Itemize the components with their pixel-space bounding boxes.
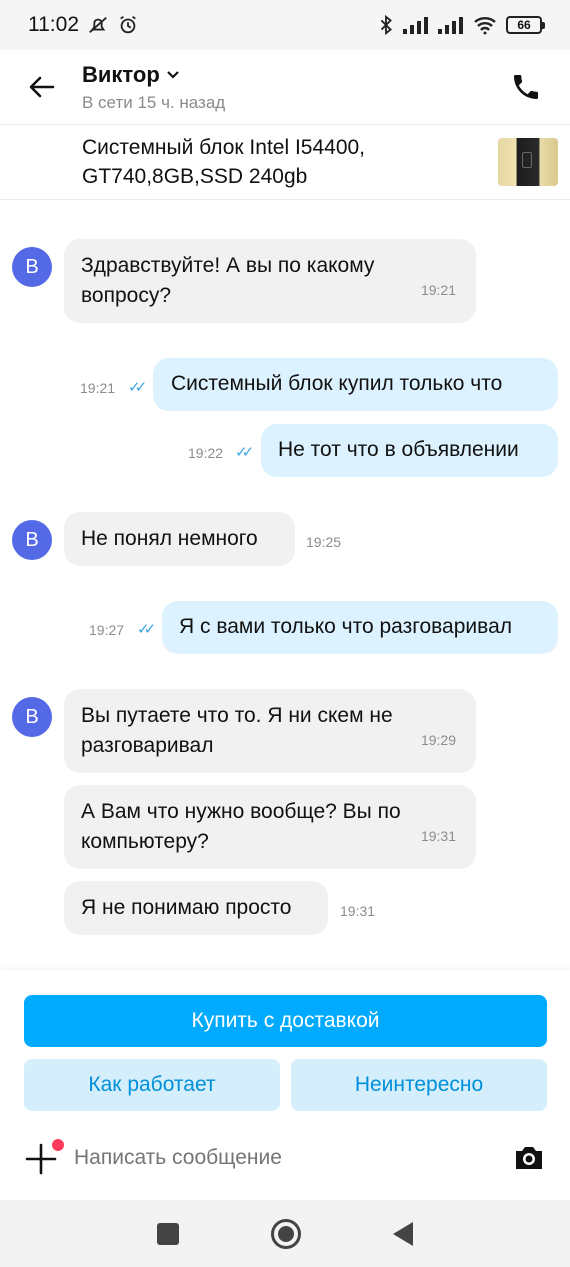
message-time: 19:31 (340, 903, 376, 919)
message-time: 19:21 (420, 282, 456, 298)
not-interested-button[interactable]: Неинтересно (291, 1059, 547, 1111)
message-text: А Вам что нужно вообще? Вы по (81, 800, 401, 823)
alarm-icon (120, 15, 136, 34)
double-check-icon: ✓✓ (128, 379, 147, 396)
system-navigation-bar (0, 1200, 570, 1267)
message-text: Системный блок купил только что (171, 372, 503, 395)
avatar: В (12, 247, 52, 287)
contact-info[interactable]: Виктор В сети 15 ч. назад (82, 62, 225, 113)
double-check-icon: ✓✓ (137, 621, 156, 638)
message-outgoing: Не тот что в объявлении (261, 424, 558, 477)
message-outgoing: Системный блок купил только что (153, 358, 558, 411)
bottom-panel: Купить с доставкой Как работает Неинтере… (0, 970, 570, 1200)
message-incoming: Вы путаете что то. Я ни скем не разговар… (64, 689, 476, 773)
system-back-button[interactable] (393, 1221, 413, 1246)
message-incoming: Я не понимаю просто (64, 881, 328, 935)
message-list[interactable]: В Здравствуйте! А вы по какому вопросу? … (0, 200, 570, 970)
status-notification-icons (87, 14, 139, 36)
chat-header: Виктор В сети 15 ч. назад (0, 50, 570, 125)
avatar: В (12, 520, 52, 560)
message-input[interactable] (74, 1146, 474, 1170)
arrow-left-icon (29, 76, 55, 98)
contact-name: Виктор (82, 61, 160, 87)
message-time: 19:29 (420, 732, 456, 748)
message-incoming: А Вам что нужно вообще? Вы по компьютеру… (64, 785, 476, 869)
message-composer (0, 1130, 570, 1186)
signal-icon (403, 17, 428, 34)
message-text: Я не понимаю просто (81, 896, 292, 919)
notification-dot (52, 1139, 64, 1151)
wifi-icon (474, 17, 496, 35)
attach-button[interactable] (24, 1139, 64, 1175)
contact-name-row: Виктор (82, 62, 225, 88)
message-time: 19:21 (80, 380, 116, 396)
message-incoming: Здравствуйте! А вы по какому вопросу? 19… (64, 239, 476, 323)
message-text: Здравствуйте! А вы по какому (81, 254, 375, 277)
status-time: 11:02 (28, 13, 79, 36)
listing-title: Системный блок Intel I54400, GT740,8GB,S… (82, 136, 366, 188)
message-text: компьютеру? (81, 830, 209, 853)
listing-banner[interactable]: Системный блок Intel I54400, GT740,8GB,S… (0, 125, 570, 200)
message-time: 19:27 (89, 622, 125, 638)
message-time: 19:22 (188, 445, 224, 461)
message-text: Вы путаете что то. Я ни скем не (81, 704, 393, 727)
message-incoming: Не понял немного (64, 512, 295, 566)
battery-indicator: 66 (506, 16, 545, 34)
camera-icon (516, 1147, 542, 1169)
chevron-down-icon (167, 70, 179, 79)
status-bar: 11:02 66 (0, 0, 570, 50)
camera-button[interactable] (512, 1141, 546, 1175)
muted-notification-icon (89, 16, 107, 34)
listing-thumbnail (498, 138, 558, 186)
avatar: В (12, 697, 52, 737)
bluetooth-icon (380, 14, 392, 36)
message-time: 19:31 (420, 828, 456, 844)
message-text: Не понял немного (81, 527, 258, 550)
message-text: Я с вами только что разговаривал (179, 615, 512, 638)
status-system-icons: 66 (378, 14, 545, 36)
message-text: разговаривал (81, 734, 214, 757)
message-outgoing: Я с вами только что разговаривал (162, 601, 558, 654)
message-time: 19:25 (306, 534, 342, 550)
signal-icon-2 (438, 17, 463, 34)
call-button[interactable] (506, 67, 546, 107)
phone-icon (514, 75, 538, 99)
message-text: вопросу? (81, 284, 172, 307)
home-button[interactable] (271, 1218, 301, 1249)
how-it-works-button[interactable]: Как работает (24, 1059, 280, 1111)
contact-last-seen: В сети 15 ч. назад (82, 92, 226, 112)
recent-apps-button[interactable] (157, 1222, 179, 1245)
back-button[interactable] (24, 69, 60, 105)
buy-with-delivery-button[interactable]: Купить с доставкой (24, 995, 547, 1047)
double-check-icon: ✓✓ (235, 444, 254, 461)
message-text: Не тот что в объявлении (278, 438, 519, 461)
